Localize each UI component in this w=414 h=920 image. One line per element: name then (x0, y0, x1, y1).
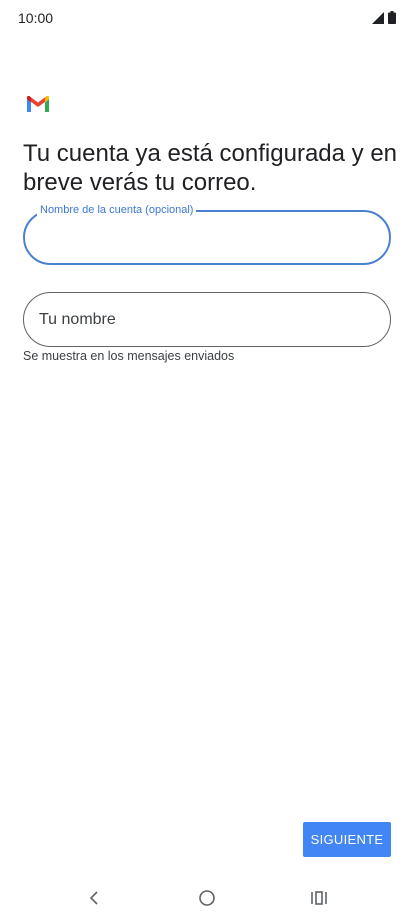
back-icon (89, 891, 98, 905)
recents-button[interactable] (303, 884, 335, 912)
battery-icon (388, 11, 396, 24)
next-button[interactable]: SIGUIENTE (303, 822, 391, 857)
your-name-input[interactable] (24, 293, 390, 346)
recents-icon (311, 891, 327, 905)
navigation-bar (0, 878, 414, 920)
page-title: Tu cuenta ya está configurada y en breve… (23, 140, 398, 196)
gmail-logo-icon (27, 96, 49, 112)
back-button[interactable] (78, 884, 110, 912)
status-time: 10:00 (18, 10, 54, 26)
status-bar: 10:00 (0, 0, 414, 36)
home-icon (199, 890, 215, 906)
setup-screen: 10:00 Tu cuenta ya está configurada y en… (0, 0, 414, 920)
home-button[interactable] (191, 884, 223, 912)
account-name-input[interactable] (25, 212, 389, 263)
your-name-helper-text: Se muestra en los mensajes enviados (23, 349, 235, 363)
account-name-field[interactable]: Nombre de la cuenta (opcional) (23, 203, 391, 265)
signal-icon (372, 11, 384, 24)
your-name-field[interactable] (23, 292, 391, 347)
status-icons (372, 11, 396, 24)
